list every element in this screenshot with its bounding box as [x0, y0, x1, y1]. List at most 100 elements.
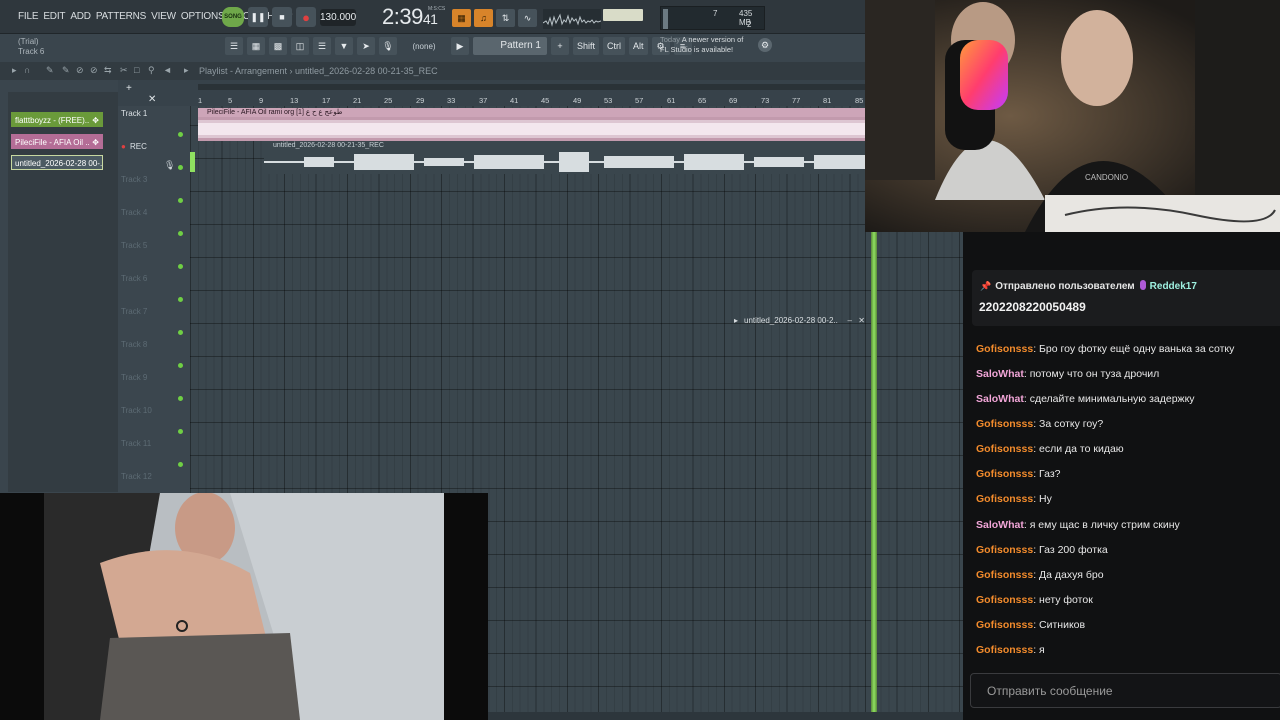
- chat-username[interactable]: SaloWhat: [976, 368, 1024, 380]
- plugin-icon[interactable]: ▼: [335, 37, 353, 55]
- piano-roll-icon[interactable]: ▩: [269, 37, 287, 55]
- playhead-marker[interactable]: [871, 232, 877, 712]
- track-active-indicator[interactable]: [178, 363, 183, 368]
- slip-icon[interactable]: ⇆: [104, 65, 112, 76]
- chat-username[interactable]: Gofisonsss: [976, 443, 1033, 455]
- step-edit-icon[interactable]: ⇅: [496, 9, 515, 27]
- audio-clip-track1[interactable]: PileciFile - AFIA Oil rami org طوعج ع ح …: [198, 108, 865, 141]
- track-name[interactable]: Track 3: [121, 175, 147, 184]
- chat-username[interactable]: SaloWhat: [976, 519, 1024, 531]
- arrow-right-icon[interactable]: ▸: [184, 65, 189, 76]
- chat-username[interactable]: Gofisonsss: [976, 544, 1033, 556]
- alt-key[interactable]: Alt: [629, 37, 648, 55]
- close-icon[interactable]: ✕: [858, 314, 865, 328]
- dropdown-arrow-icon[interactable]: ▸: [12, 65, 17, 76]
- record-button[interactable]: ●: [296, 7, 316, 27]
- picker-item[interactable]: PileciFile - AFIA Oil .. ✥: [11, 134, 103, 149]
- horizontal-scrollbar[interactable]: [488, 712, 963, 720]
- pattern-play-icon[interactable]: ▶: [451, 37, 469, 55]
- song-mode-toggle[interactable]: SONG: [222, 7, 244, 27]
- pattern-selector[interactable]: Pattern 1: [473, 37, 547, 55]
- delete-icon[interactable]: ⊘: [76, 65, 84, 76]
- track-active-indicator[interactable]: [178, 429, 183, 434]
- magnet-icon[interactable]: ∩: [24, 65, 30, 75]
- track-name[interactable]: Track 8: [121, 340, 147, 349]
- track-active-indicator[interactable]: [178, 264, 183, 269]
- channel-rack-icon[interactable]: ▦: [247, 37, 265, 55]
- chat-input-box[interactable]: [970, 673, 1280, 708]
- piano-icon[interactable]: ▦: [452, 9, 471, 27]
- move-icon[interactable]: ✥: [92, 113, 99, 126]
- track-name[interactable]: Track 7: [121, 307, 147, 316]
- menu-patterns[interactable]: PATTERNS: [96, 11, 146, 22]
- track-active-indicator[interactable]: [178, 198, 183, 203]
- track-name[interactable]: Track 5: [121, 241, 147, 250]
- menu-view[interactable]: VIEW: [151, 11, 176, 22]
- zoom-icon[interactable]: ⚲: [148, 65, 155, 76]
- menu-edit[interactable]: EDIT: [43, 11, 65, 22]
- browser-icon[interactable]: ◫: [291, 37, 309, 55]
- paint-icon[interactable]: ✎: [62, 65, 70, 76]
- track-name[interactable]: Track 11: [121, 439, 151, 448]
- chat-username[interactable]: SaloWhat: [976, 393, 1024, 405]
- microphone-icon[interactable]: 🎙: [379, 37, 397, 55]
- arrow-icon[interactable]: ➤: [357, 37, 375, 55]
- ctrl-key[interactable]: Ctrl: [603, 37, 626, 55]
- metronome-icon[interactable]: ♫: [474, 9, 493, 27]
- track-name[interactable]: REC: [130, 142, 147, 151]
- minimize-icon[interactable]: –: [848, 314, 852, 328]
- menu-file[interactable]: FILE: [18, 11, 39, 22]
- chat-username[interactable]: Gofisonsss: [976, 644, 1033, 656]
- pattern-selector-none[interactable]: (none): [401, 42, 447, 51]
- track-name[interactable]: Track 12: [121, 472, 152, 481]
- add-track-icon[interactable]: +: [126, 83, 132, 94]
- playlist-icon[interactable]: ☰: [225, 37, 243, 55]
- picker-item[interactable]: flatttboyzz - (FREE).. ✥: [11, 112, 103, 127]
- timeline-ruler[interactable]: 1 5 9 13 17 21 25 29 33 37 41 45 49 53 5…: [118, 80, 865, 106]
- track-name[interactable]: Track 4: [121, 208, 147, 217]
- track-active-indicator[interactable]: [178, 462, 183, 467]
- track-active-indicator[interactable]: [178, 132, 183, 137]
- audio-clip-rec[interactable]: untitled_2026-02-28 00-21-35_REC: [264, 141, 865, 174]
- mute-icon[interactable]: ⊘: [90, 65, 98, 76]
- add-pattern-icon[interactable]: +: [551, 37, 569, 55]
- floating-clip-label[interactable]: ▸ untitled_2026-02-28 00-2.. – ✕: [734, 314, 867, 328]
- chat-username[interactable]: Gofisonsss: [976, 594, 1033, 606]
- pause-button[interactable]: ❚❚: [248, 7, 268, 27]
- menu-add[interactable]: ADD: [70, 11, 91, 22]
- chat-username[interactable]: Gofisonsss: [976, 418, 1033, 430]
- chat-username[interactable]: Gofisonsss: [976, 619, 1033, 631]
- track-name[interactable]: Track 6: [121, 274, 147, 283]
- shift-key[interactable]: Shift: [573, 37, 600, 55]
- tempo-display[interactable]: 130.000: [320, 8, 356, 26]
- track-name[interactable]: Track 9: [121, 373, 147, 382]
- chat-input[interactable]: [971, 674, 1280, 707]
- chat-username[interactable]: Gofisonsss: [976, 569, 1033, 581]
- slice-icon[interactable]: ✂: [120, 65, 128, 76]
- track-name[interactable]: Track 10: [121, 406, 152, 415]
- chat-username[interactable]: Gofisonsss: [976, 468, 1033, 480]
- microphone-icon[interactable]: 🎙: [164, 160, 175, 171]
- master-pitch-slider[interactable]: [603, 9, 643, 21]
- chat-username[interactable]: Gofisonsss: [976, 493, 1033, 505]
- track-name[interactable]: Track 1: [121, 109, 147, 118]
- track-active-indicator[interactable]: [178, 165, 183, 170]
- close-icon[interactable]: ✕: [148, 94, 156, 105]
- settings-gear-icon[interactable]: ⚙: [758, 38, 772, 52]
- mixer-icon[interactable]: ☰: [313, 37, 331, 55]
- move-icon[interactable]: ✥: [92, 135, 99, 148]
- timeline-scrollbar[interactable]: [198, 84, 865, 90]
- speaker-icon[interactable]: ◄: [163, 65, 172, 75]
- track-active-indicator[interactable]: [178, 396, 183, 401]
- menu-options[interactable]: OPTIONS: [181, 11, 225, 22]
- track-active-indicator[interactable]: [178, 231, 183, 236]
- blend-icon[interactable]: ∿: [518, 9, 537, 27]
- pinned-message[interactable]: 📌 Отправлено пользователем Reddek17 220220…: [972, 270, 1280, 326]
- select-icon[interactable]: □: [134, 65, 139, 75]
- track-active-indicator[interactable]: [178, 297, 183, 302]
- picker-item-selected[interactable]: untitled_2026-02-28 00-..: [11, 155, 103, 170]
- stop-button[interactable]: ■: [272, 7, 292, 27]
- track-active-indicator[interactable]: [178, 330, 183, 335]
- draw-icon[interactable]: ✎: [46, 65, 54, 76]
- expand-arrow-icon[interactable]: ▸: [734, 314, 738, 328]
